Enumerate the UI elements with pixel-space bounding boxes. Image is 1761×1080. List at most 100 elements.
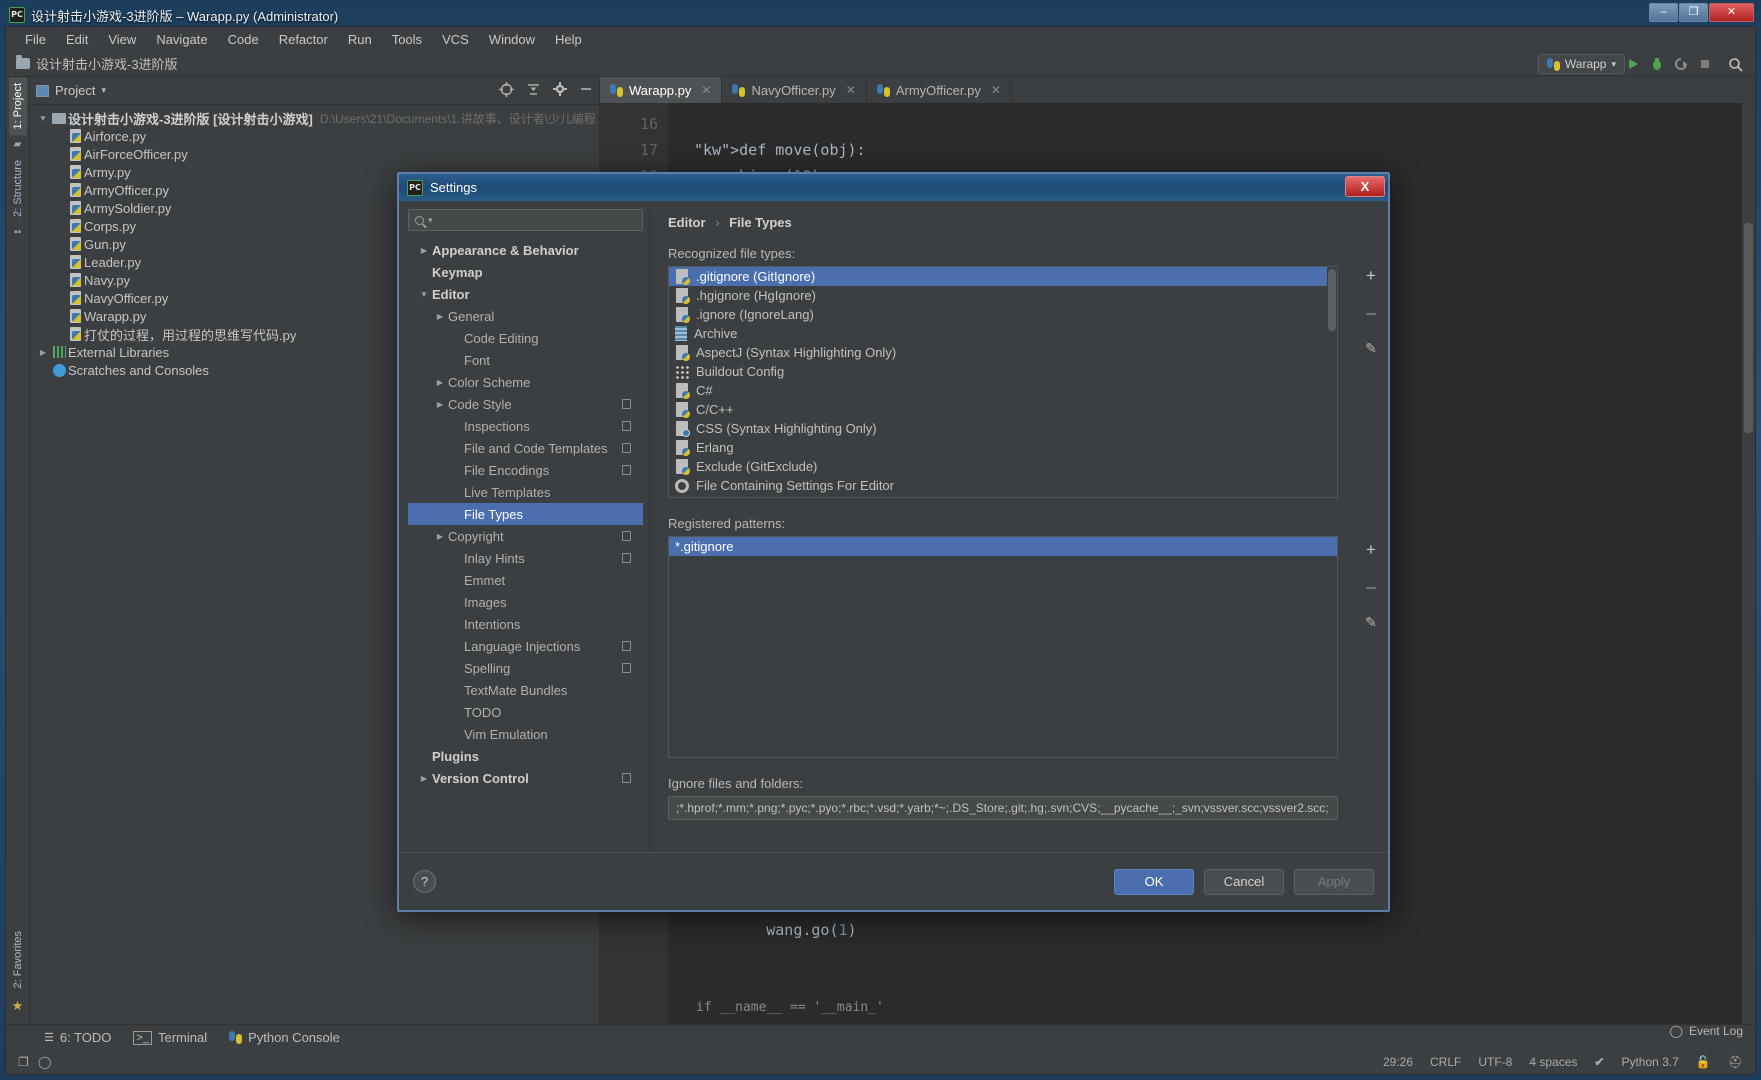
editor-tab-warapp[interactable]: Warapp.py ✕ (600, 77, 723, 103)
file-type-row[interactable]: Erlang (669, 438, 1327, 457)
python-interpreter[interactable]: Python 3.7 (1621, 1055, 1678, 1069)
settings-tree-item-file-and-code-templates[interactable]: File and Code Templates (408, 437, 643, 459)
run-icon[interactable] (1623, 54, 1643, 74)
file-type-row[interactable]: .ignore (IgnoreLang) (669, 305, 1327, 324)
recognized-file-types-listbox[interactable]: .gitignore (GitIgnore) .hgignore (HgIgnor… (668, 266, 1338, 498)
sidebar-tab-structure[interactable]: 2: Structure (9, 154, 27, 223)
settings-tree-item-textmate-bundles[interactable]: TextMate Bundles (408, 679, 643, 701)
project-panel-title[interactable]: Project (55, 83, 95, 98)
chevron-right-icon[interactable]: ▶ (416, 246, 432, 255)
file-type-row[interactable]: CSS (Syntax Highlighting Only) (669, 419, 1327, 438)
settings-tree-item-keymap[interactable]: Keymap (408, 261, 643, 283)
file-type-row[interactable]: C# (669, 381, 1327, 400)
settings-tree-item-images[interactable]: Images (408, 591, 643, 613)
file-type-scrollbar[interactable] (1327, 267, 1337, 497)
settings-tree-item-version-control[interactable]: ▶ Version Control (408, 767, 643, 789)
scrollbar-thumb[interactable] (1744, 223, 1753, 433)
editor-vertical-scrollbar[interactable] (1742, 103, 1755, 1024)
settings-tree-item-font[interactable]: Font (408, 349, 643, 371)
settings-tree-item-general[interactable]: ▶ General (408, 305, 643, 327)
settings-tree-item-spelling[interactable]: Spelling (408, 657, 643, 679)
chevron-right-icon[interactable]: ▶ (432, 378, 448, 387)
copy-settings-icon[interactable] (622, 399, 631, 409)
file-type-row[interactable]: File Containing Settings For Editor (669, 476, 1327, 495)
file-type-row[interactable]: Buildout Config (669, 362, 1327, 381)
file-type-row[interactable]: Archive (669, 324, 1327, 343)
menu-item-refactor[interactable]: Refactor (270, 29, 337, 50)
menu-item-edit[interactable]: Edit (57, 29, 97, 50)
chevron-down-icon[interactable]: ▼ (416, 290, 432, 299)
settings-tree-item-plugins[interactable]: Plugins (408, 745, 643, 767)
close-button[interactable]: ✕ (1709, 3, 1754, 22)
settings-tree-item-code-editing[interactable]: Code Editing (408, 327, 643, 349)
edit-file-type-button[interactable]: ✎ (1365, 341, 1377, 355)
apply-button[interactable]: Apply (1294, 868, 1374, 895)
copy-settings-icon[interactable] (622, 531, 631, 541)
close-icon[interactable]: ✕ (846, 83, 856, 97)
menu-item-view[interactable]: View (99, 29, 145, 50)
copy-settings-icon[interactable] (622, 641, 631, 651)
settings-tree-item-code-style[interactable]: ▶ Code Style (408, 393, 643, 415)
remove-file-type-button[interactable]: – (1366, 304, 1375, 321)
menu-item-vcs[interactable]: VCS (433, 29, 478, 50)
menu-item-help[interactable]: Help (546, 29, 591, 50)
file-type-row[interactable]: .hgignore (HgIgnore) (669, 286, 1327, 305)
chevron-down-icon[interactable]: ▼ (36, 114, 50, 123)
add-pattern-button[interactable]: + (1366, 541, 1376, 558)
settings-tree-item-file-types[interactable]: File Types (408, 503, 643, 525)
settings-tree-item-appearance-behavior[interactable]: ▶ Appearance & Behavior (408, 239, 643, 261)
lock-icon[interactable]: 🔓 (1696, 1055, 1711, 1069)
settings-tree-item-vim-emulation[interactable]: Vim Emulation (408, 723, 643, 745)
git-branch-icon[interactable]: ✔ (1594, 1055, 1604, 1069)
collapse-all-icon[interactable] (526, 82, 541, 100)
indent-setting[interactable]: 4 spaces (1529, 1055, 1577, 1069)
file-encoding[interactable]: UTF-8 (1478, 1055, 1512, 1069)
settings-tree-item-editor[interactable]: ▼ Editor (408, 283, 643, 305)
help-button[interactable]: ? (413, 870, 436, 893)
file-type-list[interactable]: .gitignore (GitIgnore) .hgignore (HgIgnor… (669, 267, 1327, 497)
close-icon[interactable]: ✕ (701, 83, 711, 97)
run-with-coverage-icon[interactable] (1671, 54, 1691, 74)
chevron-right-icon[interactable]: ▶ (416, 774, 432, 783)
chevron-down-icon[interactable]: ▾ (101, 85, 106, 96)
file-type-row[interactable]: Exclude (GitExclude) (669, 457, 1327, 476)
ignore-files-input[interactable]: ;*.hprof;*.mm;*.png;*.pyc;*.pyo;*.rbc;*.… (668, 796, 1338, 820)
code-line[interactable]: wang.go(1) (694, 917, 1755, 943)
copy-settings-icon[interactable] (622, 773, 631, 783)
close-icon[interactable]: ✕ (991, 83, 1001, 97)
menu-item-window[interactable]: Window (480, 29, 544, 50)
settings-category-tree[interactable]: ▶ Appearance & Behavior Keymap ▼ Editor ▶ Gene… (408, 239, 643, 852)
project-tree-row[interactable]: AirForceOfficer.py (30, 145, 599, 163)
settings-tree-item-copyright[interactable]: ▶ Copyright (408, 525, 643, 547)
settings-tree-item-live-templates[interactable]: Live Templates (408, 481, 643, 503)
chevron-right-icon[interactable]: ▶ (36, 348, 50, 357)
code-line[interactable] (694, 111, 1755, 137)
chevron-right-icon[interactable]: ▶ (432, 532, 448, 541)
tool-window-todo[interactable]: ☰ 6: TODO (44, 1030, 111, 1045)
settings-tree-item-file-encodings[interactable]: File Encodings (408, 459, 643, 481)
copy-settings-icon[interactable] (622, 465, 631, 475)
remove-pattern-button[interactable]: – (1366, 578, 1375, 595)
chevron-down-icon[interactable]: ▾ (428, 215, 433, 226)
chevron-right-icon[interactable]: ▶ (432, 400, 448, 409)
hide-icon[interactable] (579, 82, 593, 99)
settings-tree-item-color-scheme[interactable]: ▶ Color Scheme (408, 371, 643, 393)
show-tool-windows-icon[interactable]: ❐ (18, 1055, 29, 1069)
hat-icon[interactable]: ⛑ (1728, 1055, 1743, 1069)
pattern-row[interactable]: *.gitignore (669, 537, 1337, 556)
menu-item-file[interactable]: File (16, 29, 55, 50)
menu-item-run[interactable]: Run (339, 29, 381, 50)
tool-window-python-console[interactable]: Python Console (229, 1030, 340, 1045)
menu-item-navigate[interactable]: Navigate (147, 29, 216, 50)
settings-search-box[interactable]: ▾ (408, 209, 643, 231)
maximize-button[interactable]: ❐ (1679, 3, 1708, 22)
minimize-button[interactable]: – (1649, 3, 1678, 22)
file-type-row[interactable]: C/C++ (669, 400, 1327, 419)
copy-settings-icon[interactable] (622, 421, 631, 431)
caret-position[interactable]: 29:26 (1383, 1055, 1413, 1069)
project-tree-row[interactable]: ▼ 设计射击小游戏-3进阶版 [设计射击小游戏] D:\Users\21\Docum… (30, 109, 599, 127)
breadcrumb[interactable]: 设计射击小游戏-3进阶版 (36, 54, 178, 73)
sidebar-tab-favorites[interactable]: 2: Favorites (9, 925, 27, 994)
editor-tab-navyofficer[interactable]: NavyOfficer.py ✕ (722, 77, 867, 103)
copy-settings-icon[interactable] (622, 443, 631, 453)
